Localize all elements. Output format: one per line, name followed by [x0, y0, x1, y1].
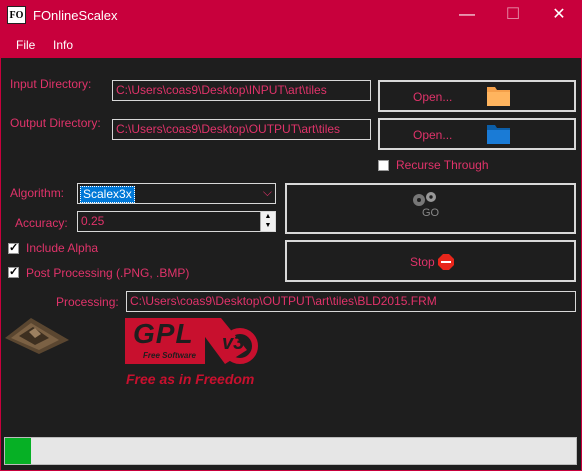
stop-button[interactable]: Stop [285, 240, 576, 282]
recurse-checkbox[interactable] [378, 160, 389, 171]
app-logo-icon: FO [7, 6, 26, 24]
main-panel: Input Directory: C:\Users\coas9\Desktop\… [1, 58, 581, 436]
recurse-label: Recurse Through [396, 158, 489, 172]
close-button[interactable]: ✕ [536, 0, 582, 31]
algorithm-label: Algorithm: [10, 186, 65, 200]
gpl-logo-version: v3 [222, 332, 245, 354]
open-input-button[interactable]: Open... [378, 80, 576, 112]
accuracy-value: 0.25 [81, 214, 105, 228]
gpl-logo: GPL Free Software v3 Free as in Freedom [125, 314, 265, 390]
menu-bar: File Info [1, 31, 581, 58]
processing-path-field: C:\Users\coas9\Desktop\OUTPUT\art\tiles\… [126, 291, 576, 312]
menu-info[interactable]: Info [53, 38, 73, 52]
go-button[interactable]: GO [285, 183, 576, 234]
stepper-buttons[interactable]: ▲ ▼ [260, 212, 275, 231]
folder-icon [487, 87, 510, 106]
input-directory-field[interactable]: C:\Users\coas9\Desktop\INPUT\art\tiles [112, 80, 371, 101]
stop-button-label: Stop [410, 255, 435, 269]
include-alpha-checkbox[interactable] [8, 241, 19, 254]
status-bar [1, 436, 581, 470]
folder-icon [487, 125, 510, 144]
accuracy-stepper[interactable]: 0.25 ▲ ▼ [77, 211, 276, 232]
post-processing-label: Post Processing (.PNG, .BMP) [26, 266, 190, 280]
algorithm-selected-value: Scalex3x [80, 186, 135, 203]
minimize-button[interactable]: — [444, 0, 490, 31]
open-input-button-label: Open... [413, 90, 453, 104]
open-output-button-label: Open... [413, 128, 453, 142]
post-processing-checkbox[interactable] [8, 265, 19, 278]
gpl-logo-subtitle: Free Software [143, 351, 196, 360]
progress-bar [4, 437, 577, 465]
go-button-label: GO [422, 207, 440, 219]
title-bar[interactable]: FO FOnlineScalex — ☐ ✕ [0, 0, 582, 31]
input-directory-label: Input Directory: [10, 77, 92, 91]
output-directory-field[interactable]: C:\Users\coas9\Desktop\OUTPUT\art\tiles [112, 119, 371, 140]
open-output-button[interactable]: Open... [378, 118, 576, 150]
gpl-logo-text: GPL [133, 318, 194, 349]
stepper-up-icon[interactable]: ▲ [261, 212, 275, 221]
chevron-down-icon[interactable]: ⌵ [263, 185, 272, 200]
output-directory-label: Output Directory: [10, 116, 101, 130]
accuracy-label: Accuracy: [15, 216, 68, 230]
menu-file[interactable]: File [16, 38, 35, 52]
processing-label: Processing: [56, 295, 119, 309]
algorithm-select[interactable]: Scalex3x ⌵ [77, 183, 276, 204]
gpl-logo-tagline: Free as in Freedom [126, 371, 255, 387]
maximize-button[interactable]: ☐ [490, 0, 536, 31]
app-window: FO FOnlineScalex — ☐ ✕ File Info Input D… [0, 0, 582, 471]
tile-preview-image [5, 318, 69, 354]
stepper-down-icon[interactable]: ▼ [261, 221, 275, 230]
stop-sign-icon [438, 254, 454, 270]
progress-bar-fill [5, 438, 31, 464]
include-alpha-label: Include Alpha [26, 241, 99, 255]
gears-icon [413, 192, 436, 206]
window-title: FOnlineScalex [33, 8, 118, 23]
